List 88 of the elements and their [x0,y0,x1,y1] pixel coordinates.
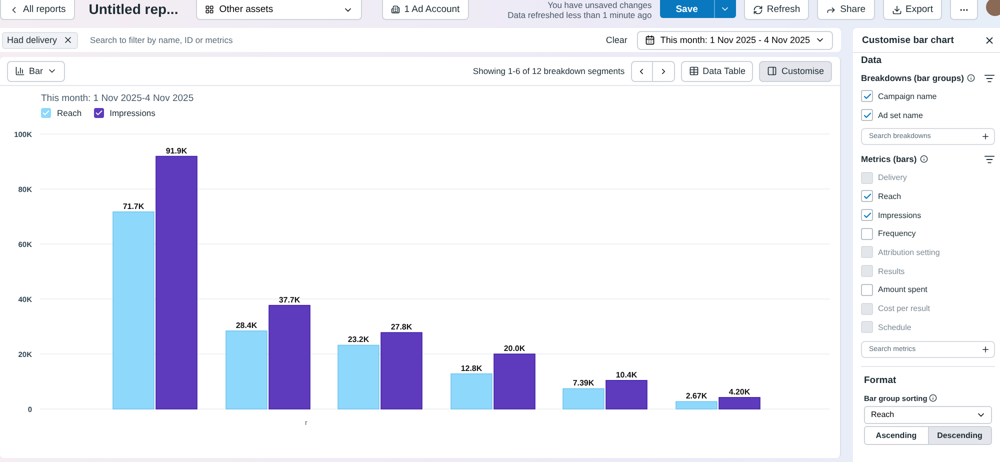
refresh-note: Data refreshed less than 1 minute ago [508,10,652,20]
bar [338,344,380,410]
plus-icon [981,344,990,354]
checkbox[interactable] [861,109,873,122]
list-icon [984,154,995,165]
download-icon [892,4,902,14]
filter-chip[interactable]: Had delivery [2,32,78,48]
checkbox-label: Reach [878,192,902,201]
grid-icon [205,5,214,14]
chart-type-dropdown[interactable]: Bar [7,60,66,82]
close-icon [63,35,74,45]
bar-value-label: 71.7K [122,202,144,211]
save-options-button[interactable] [714,0,736,18]
checkbox[interactable] [861,190,873,202]
assets-dropdown[interactable]: Other assets [196,0,362,20]
refresh-button[interactable]: Refresh [744,0,810,20]
clear-link[interactable]: Clear [606,35,628,45]
sort-order-button[interactable]: Ascending [864,426,928,445]
info-icon [966,74,975,82]
panel-title: Customise bar chart [862,34,954,46]
filter-bar[interactable]: Had delivery Search to filter by name, ID or metrics Clear This month: 1 Nov 2025 - 4 Nov 2025 [0,28,841,52]
building-icon [391,5,400,14]
checkbox[interactable] [861,209,873,222]
list-icon [984,72,995,84]
unsaved-changes-text: You have unsaved changes [548,0,652,10]
legend-label: Reach [57,108,82,118]
checkbox-label: Impressions [878,210,922,220]
bar-value-label: 10.4K [616,370,638,380]
date-range-dropdown[interactable]: This month: 1 Nov 2025 - 4 Nov 2025 [637,30,833,50]
breakdowns-heading: Breakdowns (bar groups) [861,73,975,83]
section-heading: Data [861,54,883,68]
format-heading: Format [863,374,898,388]
legend-label: Impressions [110,108,156,118]
legend-checkbox[interactable] [41,108,51,118]
next-button[interactable] [652,60,675,82]
bar-value-label: 12.8K [460,364,482,373]
bar [562,388,604,410]
share-icon [826,4,836,14]
bar-value-label: 27.8K [390,322,412,332]
data-table-button[interactable]: Data Table [680,60,754,82]
bar-value-label: 20.0K [504,344,526,353]
checkbox-label: Results [878,266,905,276]
bar [606,380,648,410]
ad-account-button[interactable]: 1 Ad Account [382,0,469,20]
sorting-dropdown[interactable]: Reach [864,406,992,424]
checkbox-label: Ad set name [878,110,923,120]
checkbox-label: Attribution setting [878,248,940,257]
report-title: Untitled rep... [88,0,180,18]
bar-value-label: 91.9K [166,146,188,156]
save-button[interactable]: Save [660,0,714,18]
checkbox-label: Delivery [878,173,907,182]
info-icon [929,394,938,402]
plus-icon [981,132,990,142]
checkbox[interactable] [861,284,873,296]
bar-value-label: 7.39K [572,378,594,388]
checkbox-label: Amount spent [878,285,928,294]
checkbox-label: Campaign name [878,92,937,101]
share-button[interactable]: Share [817,0,875,20]
check-icon [94,109,103,117]
legend-checkbox[interactable] [94,108,104,118]
checkbox[interactable] [861,90,873,102]
more-button[interactable] [950,0,978,20]
sort-order-button[interactable]: Descending [928,426,992,445]
previous-button[interactable] [630,60,653,82]
checkbox-label: Schedule [878,322,912,332]
info-icon [920,155,928,164]
calendar-icon [645,35,656,45]
check-icon [42,109,50,117]
bar-value-label: 4.20K [728,387,750,396]
export-button[interactable]: Export [882,0,942,20]
paging-text: Showing 1-6 of 12 breakdown segments [472,66,625,76]
bar-chart-icon [15,66,25,76]
bar-value-label: 2.67K [686,392,708,401]
customise-button[interactable]: Customise [759,60,832,82]
panel-icon [767,66,778,76]
table-icon [688,66,699,76]
bar-value-label: 28.4K [236,320,258,330]
close-icon [984,34,995,46]
bar-value-label: 23.2K [348,335,370,344]
chart-subtitle: This month: 1 Nov 2025-4 Nov 2025 [40,92,195,104]
checkbox-label: Frequency [878,229,916,238]
search-field[interactable]: Search to filter by name, ID or metrics [88,34,596,46]
bar-value-label: 37.7K [278,295,300,304]
checkbox[interactable] [861,228,873,240]
metrics-heading: Metrics (bars) [861,154,928,164]
checkbox-label: Cost per result [878,304,930,314]
back-button[interactable]: All reports [0,0,75,20]
refresh-icon [752,4,763,14]
